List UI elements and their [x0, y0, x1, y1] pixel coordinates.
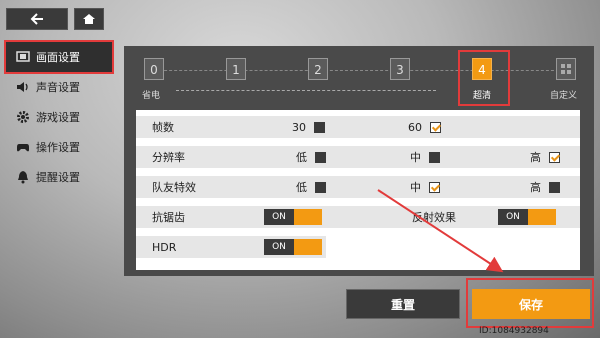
user-id: ID:1084932894	[479, 326, 549, 336]
save-highlight	[466, 278, 594, 328]
reset-button[interactable]: 重置	[346, 289, 460, 319]
